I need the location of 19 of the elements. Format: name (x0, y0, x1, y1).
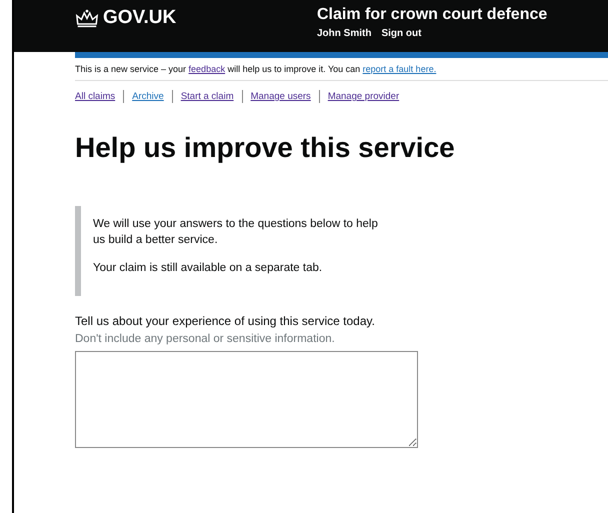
inset-text: Your claim is still available on a separate tab. (93, 261, 324, 276)
nav-link[interactable]: Start a claim (172, 90, 242, 103)
govuk-logo-link[interactable]: GOV.UK (103, 7, 176, 29)
feedback-textarea[interactable] (75, 351, 418, 448)
question-label: Tell us about your experience of using this service today. (75, 314, 376, 328)
phase-banner-text: This is a new service – your feedback will help us to improve it. You can report a fault here. (75, 58, 608, 81)
nav-link[interactable]: Manage users (242, 90, 319, 103)
user-name: John Smith (317, 28, 372, 39)
nav-link[interactable]: All claims (75, 90, 124, 103)
page-heading: Help us improve this service (75, 132, 456, 164)
hint-text: Don't include any personal or sensitive information. (75, 333, 336, 345)
nav-link[interactable]: Archive (123, 90, 172, 103)
crown-icon (75, 8, 99, 28)
nav-link[interactable]: Manage provider (318, 90, 408, 103)
banner-link[interactable]: feedback (188, 64, 226, 74)
sign-out-link[interactable]: Sign out (381, 28, 422, 39)
banner-link[interactable]: report a fault here. (362, 64, 436, 74)
service-name: Claim for crown court defence (317, 6, 548, 24)
inset-text: We will use your answers to the questions below to help us build a better service. (93, 217, 379, 248)
